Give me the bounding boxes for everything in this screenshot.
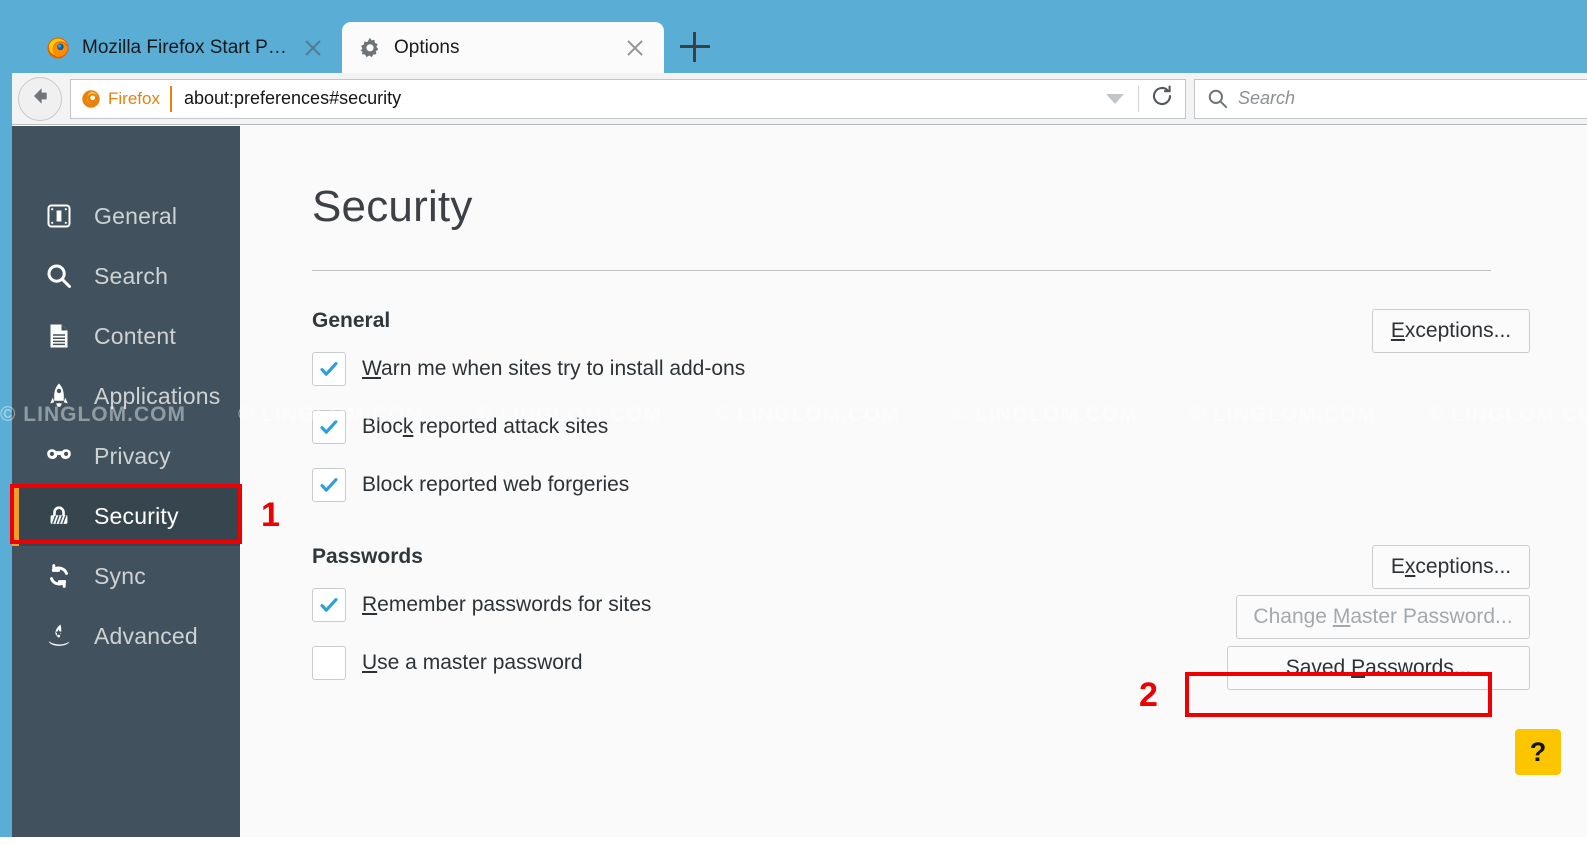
sidebar-item-label: Sync [94,562,146,589]
chevron-down-icon[interactable] [1106,93,1124,104]
sidebar-item-advanced[interactable]: Advanced [12,606,240,666]
button-label: Saved Passwords... [1285,656,1472,679]
general-icon [40,197,78,235]
sidebar-item-search[interactable]: Search [12,246,240,306]
sidebar-item-label: Privacy [94,442,171,469]
tab-options[interactable]: Options [342,22,664,73]
change-master-password-button: Change Master Password... [1236,595,1530,639]
help-button[interactable]: ? [1515,729,1561,775]
reload-icon [1150,84,1174,113]
advanced-hat-icon [40,617,78,655]
search-bar[interactable]: Search [1194,78,1587,119]
sidebar-item-label: Applications [94,382,221,409]
checkbox-label: Remember passwords for sites [362,593,652,616]
saved-passwords-button[interactable]: Saved Passwords... [1227,646,1530,690]
checkbox-block-attack-sites[interactable] [312,410,346,444]
close-icon[interactable] [622,35,648,61]
sidebar-item-label: Security [94,502,179,529]
checkbox-label: Use a master password [362,651,583,674]
button-label: Exceptions... [1390,555,1512,578]
reload-button[interactable] [1139,80,1185,118]
security-pane: Security General Warn me when sites try … [240,126,1587,837]
identity-label: Firefox [108,88,160,108]
search-icon [1207,88,1228,109]
identity-box[interactable]: Firefox [81,85,172,112]
url-text[interactable]: about:preferences#security [184,88,1106,109]
sidebar-item-label: Advanced [94,622,198,649]
back-button[interactable] [18,76,62,121]
search-input[interactable]: Search [1238,88,1295,109]
annotation-number-2: 2 [1139,676,1158,714]
page-title: Security [312,182,473,231]
search-icon [40,257,78,295]
section-passwords: Passwords Remember passwords for sites U… [312,545,1587,690]
sidebar-item-general[interactable]: General [12,186,240,246]
preferences-content: General Search Content Applications Priv… [12,126,1587,837]
annotation-number-1: 1 [261,496,280,534]
exceptions-button-general[interactable]: Exceptions... [1372,309,1530,353]
sidebar-item-applications[interactable]: Applications [12,366,240,426]
window-frame-left [0,0,12,845]
exceptions-button-passwords[interactable]: Exceptions... [1372,545,1530,589]
checkbox-label: Block reported attack sites [362,415,609,438]
checkbox-row-block-attack[interactable]: Block reported attack sites [312,409,1587,445]
sidebar-item-privacy[interactable]: Privacy [12,426,240,486]
section-general: General Warn me when sites try to instal… [312,309,1587,503]
tab-strip: Mozilla Firefox Start Page Options [12,0,1587,73]
back-arrow-icon [27,83,53,114]
checkbox-label: Block reported web forgeries [362,473,630,496]
checkbox-warn-addons[interactable] [312,352,346,386]
preferences-sidebar: General Search Content Applications Priv… [12,126,240,837]
sidebar-item-content[interactable]: Content [12,306,240,366]
tab-title: Options [394,36,460,58]
question-mark-icon: ? [1529,736,1547,767]
checkbox-label: Warn me when sites try to install add-on… [362,357,746,380]
url-bar[interactable]: Firefox about:preferences#security [70,78,1186,119]
new-tab-button[interactable] [680,32,710,62]
close-icon[interactable] [300,35,326,61]
browser-window: Mozilla Firefox Start Page Options Firef… [0,0,1587,845]
checkbox-use-master-password[interactable] [312,646,346,680]
firefox-icon [81,89,101,109]
sidebar-item-security[interactable]: Security [12,486,240,546]
gear-icon [358,36,382,60]
checkbox-row-block-forgeries[interactable]: Block reported web forgeries [312,467,1587,503]
privacy-mask-icon [40,437,78,475]
button-label: Exceptions... [1390,319,1512,342]
checkbox-row-warn-addons[interactable]: Warn me when sites try to install add-on… [312,351,1587,387]
window-frame-bottom [0,837,1587,845]
title-divider [312,270,1491,271]
content-icon [40,317,78,355]
security-lock-icon [40,497,78,535]
navigation-toolbar: Firefox about:preferences#security Searc… [12,73,1587,125]
checkbox-block-web-forgeries[interactable] [312,468,346,502]
sidebar-item-label: Content [94,322,176,349]
tab-title: Mozilla Firefox Start Page [82,36,292,58]
tab-mozilla-firefox-start-page[interactable]: Mozilla Firefox Start Page [30,22,342,73]
sidebar-item-label: General [94,202,178,229]
applications-icon [40,377,78,415]
sidebar-item-label: Search [94,262,169,289]
checkbox-remember-passwords[interactable] [312,588,346,622]
sidebar-item-sync[interactable]: Sync [12,546,240,606]
button-label: Change Master Password... [1253,605,1513,628]
firefox-icon [46,36,70,60]
sync-icon [40,557,78,595]
